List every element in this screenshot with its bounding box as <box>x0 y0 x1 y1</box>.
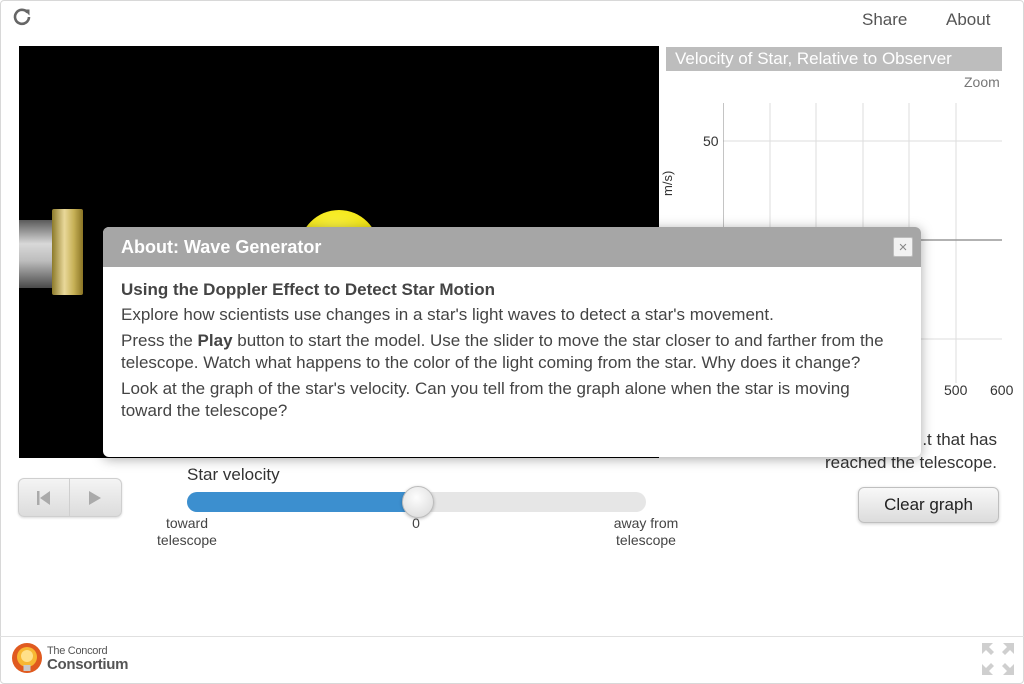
reset-button[interactable] <box>19 479 70 516</box>
close-icon[interactable]: × <box>893 237 913 257</box>
slider-label-away: away from telescope <box>604 515 688 549</box>
dialog-body: Using the Doppler Effect to Detect Star … <box>103 267 921 422</box>
lightbulb-logo-icon <box>12 643 42 673</box>
skip-back-icon <box>37 490 50 505</box>
dialog-title: About: Wave Generator <box>103 227 921 267</box>
velocity-slider-handle[interactable] <box>401 486 434 518</box>
slider-label: Star velocity <box>187 465 280 484</box>
slider-label-line: telescope <box>157 532 217 548</box>
slider-label-zero: 0 <box>412 515 420 531</box>
fullscreen-icon[interactable] <box>981 642 1015 676</box>
reload-icon[interactable] <box>12 7 32 27</box>
slider-label-line: away from <box>613 515 679 531</box>
play-icon <box>89 490 101 505</box>
slider-label-line: toward <box>165 515 209 531</box>
text-span: Press the <box>121 331 198 350</box>
clear-graph-button[interactable]: Clear graph <box>858 487 999 523</box>
slider-label-line: telescope <box>616 532 676 548</box>
slider-label-toward: toward telescope <box>150 515 224 549</box>
dialog-paragraph: Look at the graph of the star's velocity… <box>121 379 850 420</box>
play-keyword: Play <box>197 331 233 350</box>
playback-controls <box>18 478 122 517</box>
telescope-lens <box>52 209 83 295</box>
dialog-heading: Using the Doppler Effect to Detect Star … <box>121 280 496 299</box>
share-link[interactable]: Share <box>862 10 907 30</box>
logo-text: The Concord Consortium <box>47 644 128 672</box>
dialog-paragraph: Press the Play button to start the model… <box>121 330 903 374</box>
x-tick-label: 600 <box>990 382 1014 398</box>
footer-divider <box>0 636 1024 637</box>
y-axis-label: m/s) <box>660 170 675 196</box>
logo-line: Consortium <box>47 656 129 673</box>
graph-title: Velocity of Star, Relative to Observer <box>666 47 1002 71</box>
x-tick-label: 500 <box>944 382 968 398</box>
about-dialog: About: Wave Generator × Using the Dopple… <box>103 227 921 457</box>
play-button[interactable] <box>70 479 120 516</box>
top-bar: Share About <box>0 0 1024 40</box>
zoom-button[interactable]: Zoom <box>964 74 1000 90</box>
y-tick-label: 50 <box>703 133 719 149</box>
concord-logo[interactable]: The Concord Consortium <box>10 641 128 675</box>
velocity-slider-fill <box>187 492 417 512</box>
about-link[interactable]: About <box>946 10 990 30</box>
text-span: button to start the model. Use the slide… <box>121 331 884 372</box>
dialog-paragraph: Explore how scientists use changes in a … <box>121 305 774 324</box>
